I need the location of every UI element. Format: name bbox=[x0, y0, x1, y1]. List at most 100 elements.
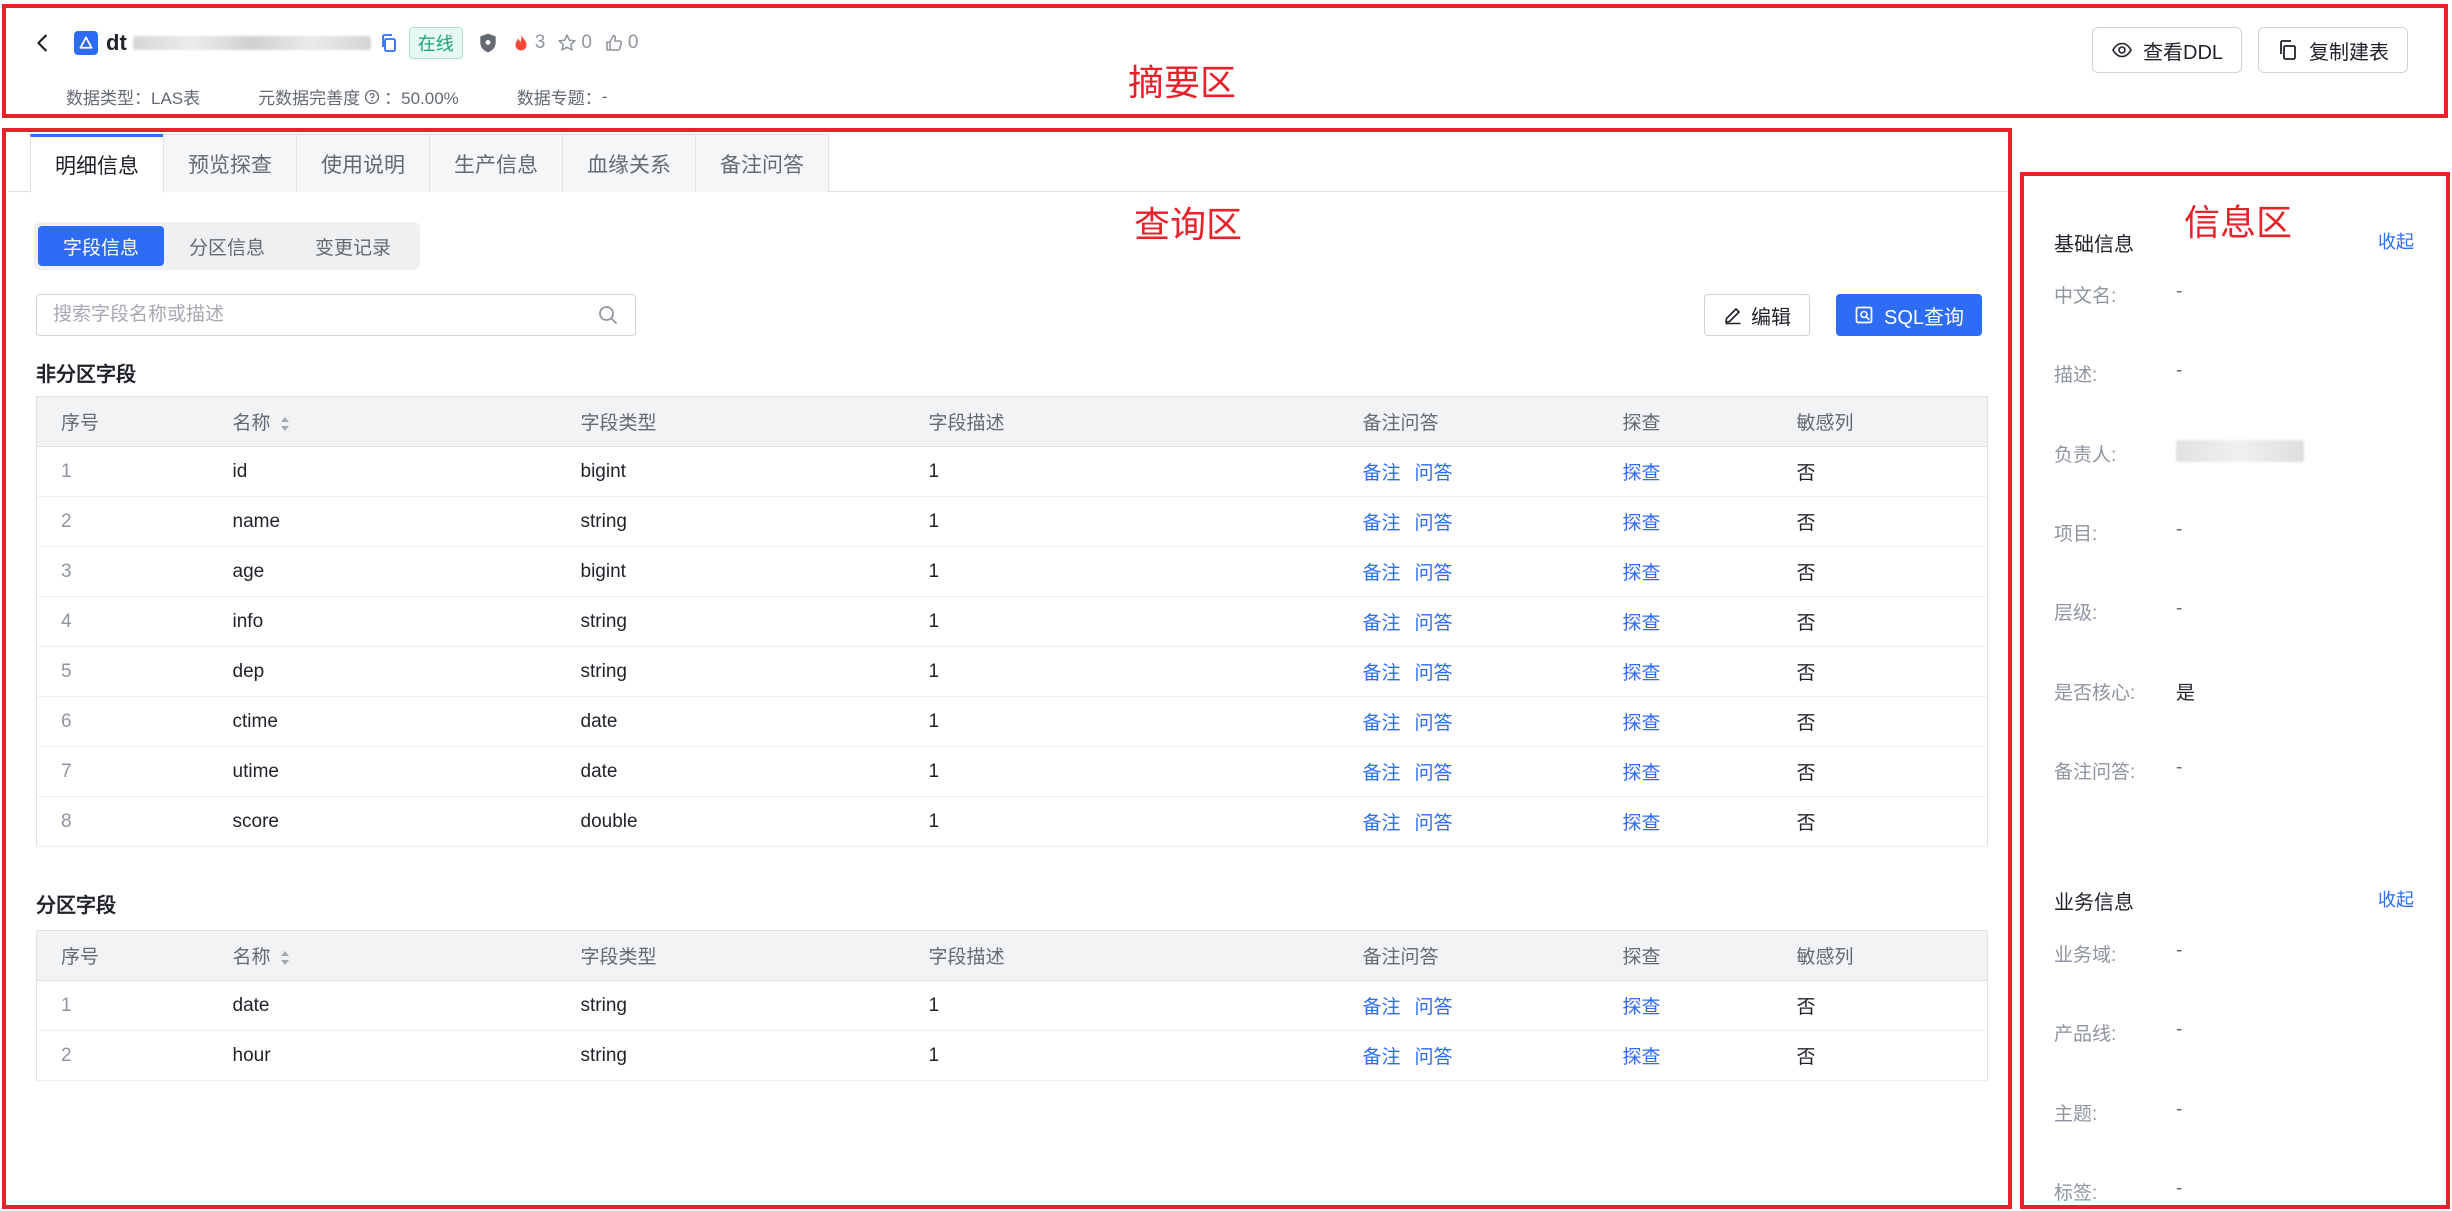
like-count: 0 bbox=[627, 32, 639, 53]
qa-link[interactable]: 问答 bbox=[1415, 997, 1453, 1018]
eye-icon bbox=[2112, 42, 2132, 58]
probe-link[interactable]: 探查 bbox=[1623, 663, 1661, 684]
remark-link[interactable]: 备注 bbox=[1363, 563, 1401, 584]
row-index: 7 bbox=[36, 746, 209, 797]
subtab-field-info[interactable]: 字段信息 bbox=[38, 226, 165, 266]
remark-link[interactable]: 备注 bbox=[1363, 513, 1401, 534]
view-ddl-button[interactable]: 查看DDL bbox=[2092, 27, 2243, 73]
field-name: ctime bbox=[208, 696, 557, 747]
info-label: 负责人: bbox=[2054, 444, 2117, 466]
remarks-qa-cell: 备注 问答 bbox=[1338, 446, 1599, 497]
info-label: 产品线: bbox=[2054, 1024, 2117, 1046]
qa-link[interactable]: 问答 bbox=[1415, 763, 1453, 784]
remark-link[interactable]: 备注 bbox=[1363, 1047, 1401, 1068]
remark-link[interactable]: 备注 bbox=[1363, 713, 1401, 734]
data-type-value: LAS表 bbox=[151, 89, 201, 108]
info-row: 标签: - bbox=[2054, 1178, 2182, 1205]
field-type: date bbox=[556, 746, 905, 797]
data-type-label: 数据类型： bbox=[66, 89, 151, 108]
col-description: 字段描述 bbox=[904, 396, 1339, 447]
thumbs-up-icon bbox=[606, 34, 623, 51]
help-icon[interactable] bbox=[364, 89, 380, 105]
field-description: 1 bbox=[904, 446, 1339, 497]
remark-link[interactable]: 备注 bbox=[1363, 613, 1401, 634]
partition-fields-table: 序号 名称 字段类型 字段描述 备注问答 探查 敏感列 1 date string 1… bbox=[36, 930, 1988, 1081]
business-info-collapse-link[interactable]: 收起 bbox=[2378, 886, 2414, 912]
basic-info-collapse-link[interactable]: 收起 bbox=[2378, 228, 2414, 254]
probe-cell: 探查 bbox=[1598, 646, 1773, 697]
field-type: string bbox=[556, 980, 905, 1031]
info-value: 是 bbox=[2176, 682, 2196, 704]
subtab-change-log[interactable]: 变更记录 bbox=[290, 226, 416, 266]
probe-cell: 探查 bbox=[1598, 796, 1773, 847]
sensitive-value: 否 bbox=[1772, 546, 1988, 597]
info-label: 主题: bbox=[2054, 1103, 2098, 1125]
qa-link[interactable]: 问答 bbox=[1415, 1047, 1453, 1068]
non-partition-fields-table: 序号 名称 字段类型 字段描述 备注问答 探查 敏感列 1 id bigint 1 备注… bbox=[36, 396, 1988, 847]
sort-icon[interactable] bbox=[279, 415, 291, 433]
remark-link[interactable]: 备注 bbox=[1363, 463, 1401, 484]
info-value: - bbox=[2176, 360, 2183, 382]
completeness-value: ：50.00% bbox=[384, 89, 459, 108]
edit-button[interactable]: 编辑 bbox=[1704, 294, 1810, 336]
info-label: 标签: bbox=[2054, 1182, 2098, 1204]
probe-link[interactable]: 探查 bbox=[1623, 563, 1661, 584]
probe-link[interactable]: 探查 bbox=[1623, 513, 1661, 534]
like-stat[interactable]: 0 bbox=[604, 32, 639, 54]
qa-link[interactable]: 问答 bbox=[1415, 663, 1453, 684]
table-row: 6 ctime date 1 备注 问答 探查否 bbox=[36, 696, 1988, 747]
star-count: 0 bbox=[581, 32, 592, 53]
row-index: 6 bbox=[36, 696, 209, 747]
qa-link[interactable]: 问答 bbox=[1415, 813, 1453, 834]
copy-name-icon[interactable] bbox=[379, 33, 399, 53]
field-type: string bbox=[556, 496, 905, 547]
field-search-input[interactable] bbox=[53, 304, 597, 326]
info-value: - bbox=[2176, 281, 2183, 302]
probe-cell: 探查 bbox=[1598, 980, 1773, 1031]
tab-detail-info[interactable]: 明细信息 bbox=[30, 134, 164, 193]
sort-icon[interactable] bbox=[279, 949, 291, 967]
col-name[interactable]: 名称 bbox=[208, 930, 557, 981]
col-name[interactable]: 名称 bbox=[208, 396, 557, 447]
probe-link[interactable]: 探查 bbox=[1623, 763, 1661, 784]
field-name: date bbox=[208, 980, 557, 1031]
info-value: - bbox=[2176, 940, 2183, 961]
table-row: 1 id bigint 1 备注 问答 探查否 bbox=[36, 446, 1988, 497]
sensitive-value: 否 bbox=[1772, 646, 1988, 697]
subtab-partition-info[interactable]: 分区信息 bbox=[164, 226, 290, 266]
remark-link[interactable]: 备注 bbox=[1363, 997, 1401, 1018]
probe-link[interactable]: 探查 bbox=[1623, 613, 1661, 634]
table-row: 7 utime date 1 备注 问答 探查否 bbox=[36, 746, 1988, 797]
probe-link[interactable]: 探查 bbox=[1623, 1047, 1661, 1068]
probe-link[interactable]: 探查 bbox=[1623, 463, 1661, 484]
qa-link[interactable]: 问答 bbox=[1415, 613, 1453, 634]
sql-query-label: SQL查询 bbox=[1884, 306, 1965, 329]
qa-link[interactable]: 问答 bbox=[1415, 463, 1453, 484]
qa-link[interactable]: 问答 bbox=[1415, 563, 1453, 584]
field-type: bigint bbox=[556, 446, 905, 497]
remark-link[interactable]: 备注 bbox=[1363, 813, 1401, 834]
tab-production-info[interactable]: 生产信息 bbox=[429, 134, 563, 192]
remark-link[interactable]: 备注 bbox=[1363, 763, 1401, 784]
tab-preview-probe[interactable]: 预览探查 bbox=[163, 134, 297, 192]
qa-link[interactable]: 问答 bbox=[1415, 713, 1453, 734]
remarks-qa-cell: 备注 问答 bbox=[1338, 496, 1599, 547]
probe-link[interactable]: 探查 bbox=[1623, 813, 1661, 834]
field-description: 1 bbox=[904, 596, 1339, 647]
field-name: utime bbox=[208, 746, 557, 797]
search-icon[interactable] bbox=[597, 304, 619, 326]
field-type: string bbox=[556, 646, 905, 697]
qa-link[interactable]: 问答 bbox=[1415, 513, 1453, 534]
heat-count: 3 bbox=[534, 32, 546, 53]
topic-label: 数据专题： bbox=[516, 89, 602, 108]
probe-link[interactable]: 探查 bbox=[1623, 713, 1661, 734]
tab-remarks-qa[interactable]: 备注问答 bbox=[695, 134, 829, 192]
star-stat[interactable]: 0 bbox=[557, 32, 592, 54]
tab-usage-notes[interactable]: 使用说明 bbox=[296, 134, 430, 192]
tab-lineage[interactable]: 血缘关系 bbox=[562, 134, 696, 192]
probe-link[interactable]: 探查 bbox=[1623, 997, 1661, 1018]
sql-query-button[interactable]: SQL查询 bbox=[1836, 294, 1983, 336]
back-arrow-icon[interactable] bbox=[32, 32, 54, 54]
remark-link[interactable]: 备注 bbox=[1363, 663, 1401, 684]
copy-create-table-button[interactable]: 复制建表 bbox=[2258, 27, 2408, 73]
